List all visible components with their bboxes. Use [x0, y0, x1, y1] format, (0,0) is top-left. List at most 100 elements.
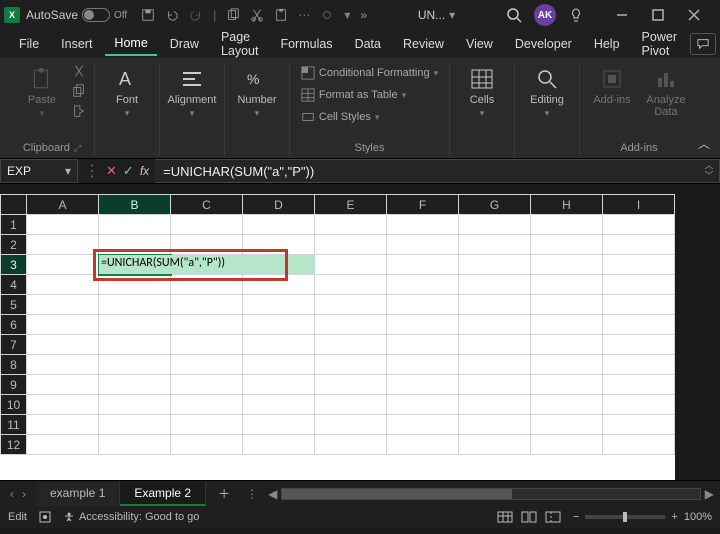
font-dropdown[interactable]: A Font ▾ [103, 64, 151, 119]
sheet-tab-example-1[interactable]: example 1 [36, 482, 120, 506]
insert-function-icon[interactable]: fx [140, 164, 149, 178]
zoom-in-icon[interactable]: + [671, 511, 677, 523]
hscroll-thumb[interactable] [282, 489, 512, 499]
normal-view-icon[interactable] [497, 511, 513, 523]
row-header[interactable]: 4 [1, 275, 27, 295]
row-header[interactable]: 5 [1, 295, 27, 315]
cells-dropdown[interactable]: Cells ▾ [458, 64, 506, 119]
zoom-control[interactable]: − + 100% [573, 511, 712, 523]
save-icon[interactable] [141, 8, 155, 22]
worksheet-grid[interactable]: A B C D E F G H I 1 2 3 =UNICHAR(SUM("a"… [0, 194, 720, 480]
accept-formula-icon[interactable]: ✓ [123, 163, 134, 179]
search-icon[interactable] [506, 7, 522, 23]
row-header[interactable]: 9 [1, 375, 27, 395]
redo-icon[interactable] [189, 8, 203, 22]
alignment-dropdown[interactable]: Alignment ▾ [168, 64, 216, 119]
menu-view[interactable]: View [457, 33, 502, 55]
editing-dropdown[interactable]: Editing ▾ [523, 64, 571, 119]
col-header-G[interactable]: G [459, 195, 531, 215]
namebox-dropdown-icon[interactable]: ▾ [65, 164, 71, 178]
copy-icon[interactable] [226, 8, 240, 22]
accessibility-status[interactable]: Accessibility: Good to go [63, 511, 199, 523]
toggle-icon[interactable] [82, 8, 110, 22]
col-header-I[interactable]: I [603, 195, 675, 215]
qat-dropdown-icon[interactable]: ▾ [344, 8, 350, 22]
hscroll-track[interactable] [281, 488, 700, 500]
title-dropdown-icon[interactable]: ▾ [449, 8, 455, 22]
select-all-corner[interactable] [1, 195, 27, 215]
page-layout-view-icon[interactable] [521, 511, 537, 523]
row-header[interactable]: 10 [1, 395, 27, 415]
maximize-button[interactable] [640, 1, 676, 29]
col-header-E[interactable]: E [315, 195, 387, 215]
number-dropdown[interactable]: % Number ▾ [233, 64, 281, 119]
autosave-toggle[interactable]: AutoSave Off [26, 8, 127, 22]
zoom-slider[interactable] [585, 515, 665, 519]
user-avatar[interactable]: AK [534, 4, 556, 26]
touch-mode-icon[interactable] [320, 8, 334, 22]
cell-styles-button[interactable]: Cell Styles▾ [301, 110, 380, 124]
col-header-F[interactable]: F [387, 195, 459, 215]
col-header-D[interactable]: D [243, 195, 315, 215]
addins-button[interactable]: Add-ins [588, 64, 636, 106]
menu-developer[interactable]: Developer [506, 33, 581, 55]
row-header[interactable]: 8 [1, 355, 27, 375]
analyze-data-button[interactable]: Analyze Data [642, 64, 690, 118]
cut-small-icon[interactable] [72, 64, 86, 78]
format-as-table-button[interactable]: Format as Table▾ [301, 88, 406, 102]
col-header-A[interactable]: A [27, 195, 99, 215]
row-header[interactable]: 7 [1, 335, 27, 355]
menu-draw[interactable]: Draw [161, 33, 208, 55]
qat-overflow-icon[interactable]: » [360, 8, 367, 22]
sheet-prev-icon[interactable]: ‹ [10, 487, 14, 501]
col-header-B[interactable]: B [99, 195, 171, 215]
name-box[interactable]: EXP ▾ [0, 159, 78, 183]
page-break-view-icon[interactable] [545, 511, 561, 523]
zoom-level[interactable]: 100% [684, 511, 712, 523]
conditional-formatting-button[interactable]: Conditional Formatting▾ [301, 66, 438, 80]
paste-button[interactable]: Paste ▾ [18, 64, 66, 119]
row-header[interactable]: 3 [1, 255, 27, 275]
qat-more-icon[interactable]: ⋯ [298, 8, 310, 22]
add-sheet-button[interactable]: ＋ [206, 485, 242, 502]
minimize-button[interactable] [604, 1, 640, 29]
menu-power-pivot[interactable]: Power Pivot [633, 26, 686, 62]
active-cell-B3[interactable]: =UNICHAR(SUM("a","P")) [99, 255, 171, 275]
expand-formula-bar-icon[interactable] [703, 164, 715, 176]
zoom-out-icon[interactable]: − [573, 511, 579, 523]
undo-icon[interactable] [165, 8, 179, 22]
copy-small-icon[interactable] [72, 84, 86, 98]
menu-insert[interactable]: Insert [52, 33, 101, 55]
sheet-next-icon[interactable]: › [22, 487, 26, 501]
macro-record-icon[interactable] [39, 511, 51, 523]
menu-formulas[interactable]: Formulas [271, 33, 341, 55]
menu-file[interactable]: File [10, 33, 48, 55]
row-header[interactable]: 12 [1, 435, 27, 455]
format-painter-icon[interactable] [72, 104, 86, 118]
formula-bar[interactable]: =UNICHAR(SUM("a","P")) [155, 159, 720, 183]
col-header-H[interactable]: H [531, 195, 603, 215]
cancel-formula-icon[interactable]: ✕ [106, 163, 117, 179]
row-header[interactable]: 6 [1, 315, 27, 335]
document-title[interactable]: UN... [418, 8, 445, 22]
menu-data[interactable]: Data [346, 33, 390, 55]
close-button[interactable] [676, 1, 712, 29]
menu-help[interactable]: Help [585, 33, 629, 55]
cell-editor-text[interactable]: =UNICHAR(SUM("a","P")) [101, 256, 225, 270]
paste-icon[interactable] [274, 8, 288, 22]
hscroll-right-icon[interactable]: ▶ [705, 487, 714, 501]
tab-scroll-sep-icon[interactable]: ⋮ [242, 487, 262, 501]
sheet-tab-example-2[interactable]: Example 2 [120, 482, 206, 506]
clipboard-launcher-icon[interactable]: ⤢ [74, 143, 81, 154]
collapse-ribbon-icon[interactable]: ︿ [698, 135, 710, 152]
menu-review[interactable]: Review [394, 33, 453, 55]
row-header[interactable]: 2 [1, 235, 27, 255]
row-header[interactable]: 1 [1, 215, 27, 235]
col-header-C[interactable]: C [171, 195, 243, 215]
cut-icon[interactable] [250, 8, 264, 22]
lightbulb-icon[interactable] [568, 7, 584, 23]
hscroll-left-icon[interactable]: ◀ [268, 487, 277, 501]
comments-button[interactable] [690, 33, 716, 55]
menu-page-layout[interactable]: Page Layout [212, 26, 268, 62]
row-header[interactable]: 11 [1, 415, 27, 435]
